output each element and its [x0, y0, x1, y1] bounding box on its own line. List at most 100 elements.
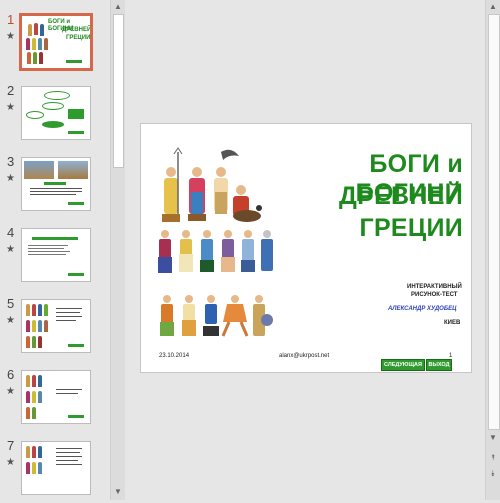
thumbnail-row-3[interactable]: 3 ★: [0, 154, 110, 219]
slide-thumbnail-1[interactable]: БОГИ и БОГИНИ ДРЕВНЕЙ ГРЕЦИИ: [19, 13, 93, 71]
god-figure: [38, 320, 42, 332]
diagram-oval: [42, 121, 64, 128]
next-slide-icon[interactable]: ⯯: [488, 468, 498, 480]
god-figure: [241, 230, 255, 272]
current-slide[interactable]: БОГИ и БОГИНИ ДРЕВНЕЙ ГРЕЦИИ ИНТЕРАКТИВН…: [140, 123, 472, 373]
slide-number: 3: [7, 154, 15, 169]
god-figure: [203, 295, 219, 336]
slide-thumbnail-3[interactable]: [21, 157, 91, 211]
thumbnail-row-5[interactable]: 5 ★: [0, 296, 110, 361]
god-figure: [32, 320, 36, 332]
thumbnail-scrollbar[interactable]: ▲ ▼: [110, 0, 125, 500]
god-figure: [32, 336, 36, 348]
subtitle-line-1: ИНТЕРАКТИВНЫЙ: [407, 284, 462, 290]
god-figure: [26, 407, 30, 419]
god-figure: [38, 304, 42, 316]
thumbnail-row-1[interactable]: 1 ★ БОГИ и БОГИНИ ДРЕВНЕЙ ГРЕЦИИ: [0, 12, 110, 77]
scrollbar-thumb[interactable]: [113, 14, 124, 168]
mini-button: [68, 344, 84, 347]
god-figure: [26, 320, 30, 332]
slide-number: 4: [7, 225, 15, 240]
god-figure: [26, 304, 30, 316]
god-figure: [233, 185, 262, 222]
text-line: [30, 191, 82, 192]
text-line: [56, 312, 80, 313]
scroll-up-arrow-icon[interactable]: ▲: [113, 1, 123, 13]
god-figure: [160, 295, 174, 336]
god-figure: [44, 304, 48, 316]
diagram-box: [68, 109, 84, 119]
god-figure: [38, 446, 42, 458]
mini-button: [68, 273, 84, 276]
slide-number: 7: [7, 438, 15, 453]
god-figure: [188, 167, 206, 221]
scroll-up-arrow-icon[interactable]: ▲: [488, 1, 498, 13]
mini-button: [68, 415, 84, 418]
text-line: [28, 248, 64, 249]
god-figure: [38, 336, 42, 348]
god-figure: [261, 230, 273, 271]
god-figure: [200, 230, 214, 272]
animation-star-icon: ★: [6, 457, 15, 468]
god-figure-zeus: [162, 147, 183, 222]
god-figure: [32, 375, 36, 387]
slide-scrollbar[interactable]: ▲ ▼ ⯭ ⯯: [485, 0, 500, 500]
slide-editing-area: БОГИ и БОГИНИ ДРЕВНЕЙ ГРЕЦИИ ИНТЕРАКТИВН…: [125, 0, 485, 500]
god-figure: [39, 52, 43, 64]
text-line: [56, 460, 78, 461]
slide-thumbnail-6[interactable]: [21, 370, 91, 424]
text-line: [56, 464, 82, 465]
god-figure: [32, 462, 36, 474]
landscape-photo: [58, 161, 88, 179]
animation-star-icon: ★: [6, 244, 15, 255]
text-line: [28, 254, 66, 255]
god-figure: [26, 391, 30, 403]
god-figure: [221, 230, 235, 272]
god-figure: [44, 320, 48, 332]
thumbnail-row-7[interactable]: 7 ★: [0, 438, 110, 503]
slide-thumbnail-7[interactable]: [21, 441, 91, 495]
thumbnail-row-4[interactable]: 4 ★: [0, 225, 110, 290]
god-figure: [40, 24, 44, 36]
text-line: [28, 251, 70, 252]
slide-number: 5: [7, 296, 15, 311]
text-line: [56, 452, 80, 453]
scroll-down-arrow-icon[interactable]: ▼: [488, 432, 498, 444]
exit-button[interactable]: ВЫХОД: [426, 359, 452, 371]
text-line: [56, 320, 76, 321]
god-figure: [26, 336, 30, 348]
slide-thumbnail-5[interactable]: [21, 299, 91, 353]
slide-thumbnail-2[interactable]: [21, 86, 91, 140]
diagram-oval: [26, 111, 44, 119]
god-figure: [26, 446, 30, 458]
next-button[interactable]: СЛЕДУЮЩАЯ: [381, 359, 425, 371]
god-figure: [34, 23, 38, 35]
mini-heading: [32, 237, 78, 240]
diagram-oval: [42, 102, 64, 110]
subtitle-line-2: РИСУНОК-ТЕСТ: [411, 292, 458, 298]
text-line: [56, 448, 82, 449]
previous-slide-icon[interactable]: ⯭: [488, 452, 498, 464]
god-figure: [26, 375, 30, 387]
slide-number: 1: [7, 12, 15, 27]
scrollbar-thumb[interactable]: [488, 14, 500, 430]
god-figure: [253, 295, 273, 336]
god-figure: [26, 462, 30, 474]
god-figure: [182, 295, 196, 336]
text-line: [30, 194, 76, 195]
text-line: [56, 316, 82, 317]
text-line: [56, 389, 82, 390]
thumbnail-row-6[interactable]: 6 ★: [0, 367, 110, 432]
mini-button: [66, 60, 82, 63]
text-line: [56, 393, 78, 394]
text-line: [30, 188, 82, 189]
god-figure: [32, 446, 36, 458]
god-figure: [27, 52, 31, 64]
email: alanx@ukrpost.net: [279, 353, 330, 359]
scroll-down-arrow-icon[interactable]: ▼: [113, 486, 123, 498]
thumbnail-row-2[interactable]: 2 ★: [0, 83, 110, 148]
mini-button: [68, 131, 84, 134]
mini-heading: [44, 182, 66, 185]
slide-thumbnail-4[interactable]: [21, 228, 91, 282]
god-figure: [28, 24, 32, 36]
